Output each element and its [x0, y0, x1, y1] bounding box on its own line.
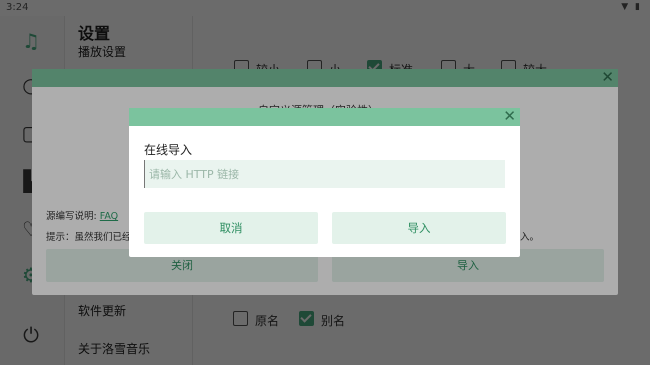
url-input[interactable]: [144, 160, 505, 188]
online-import-dialog: ✕ 在线导入 取消 导入: [129, 107, 520, 257]
dialog-header: ✕: [129, 107, 520, 126]
cancel-button[interactable]: 取消: [144, 212, 318, 244]
confirm-import-button[interactable]: 导入: [332, 212, 506, 244]
dialog-title: 在线导入: [144, 143, 193, 157]
close-icon[interactable]: ✕: [503, 107, 516, 125]
